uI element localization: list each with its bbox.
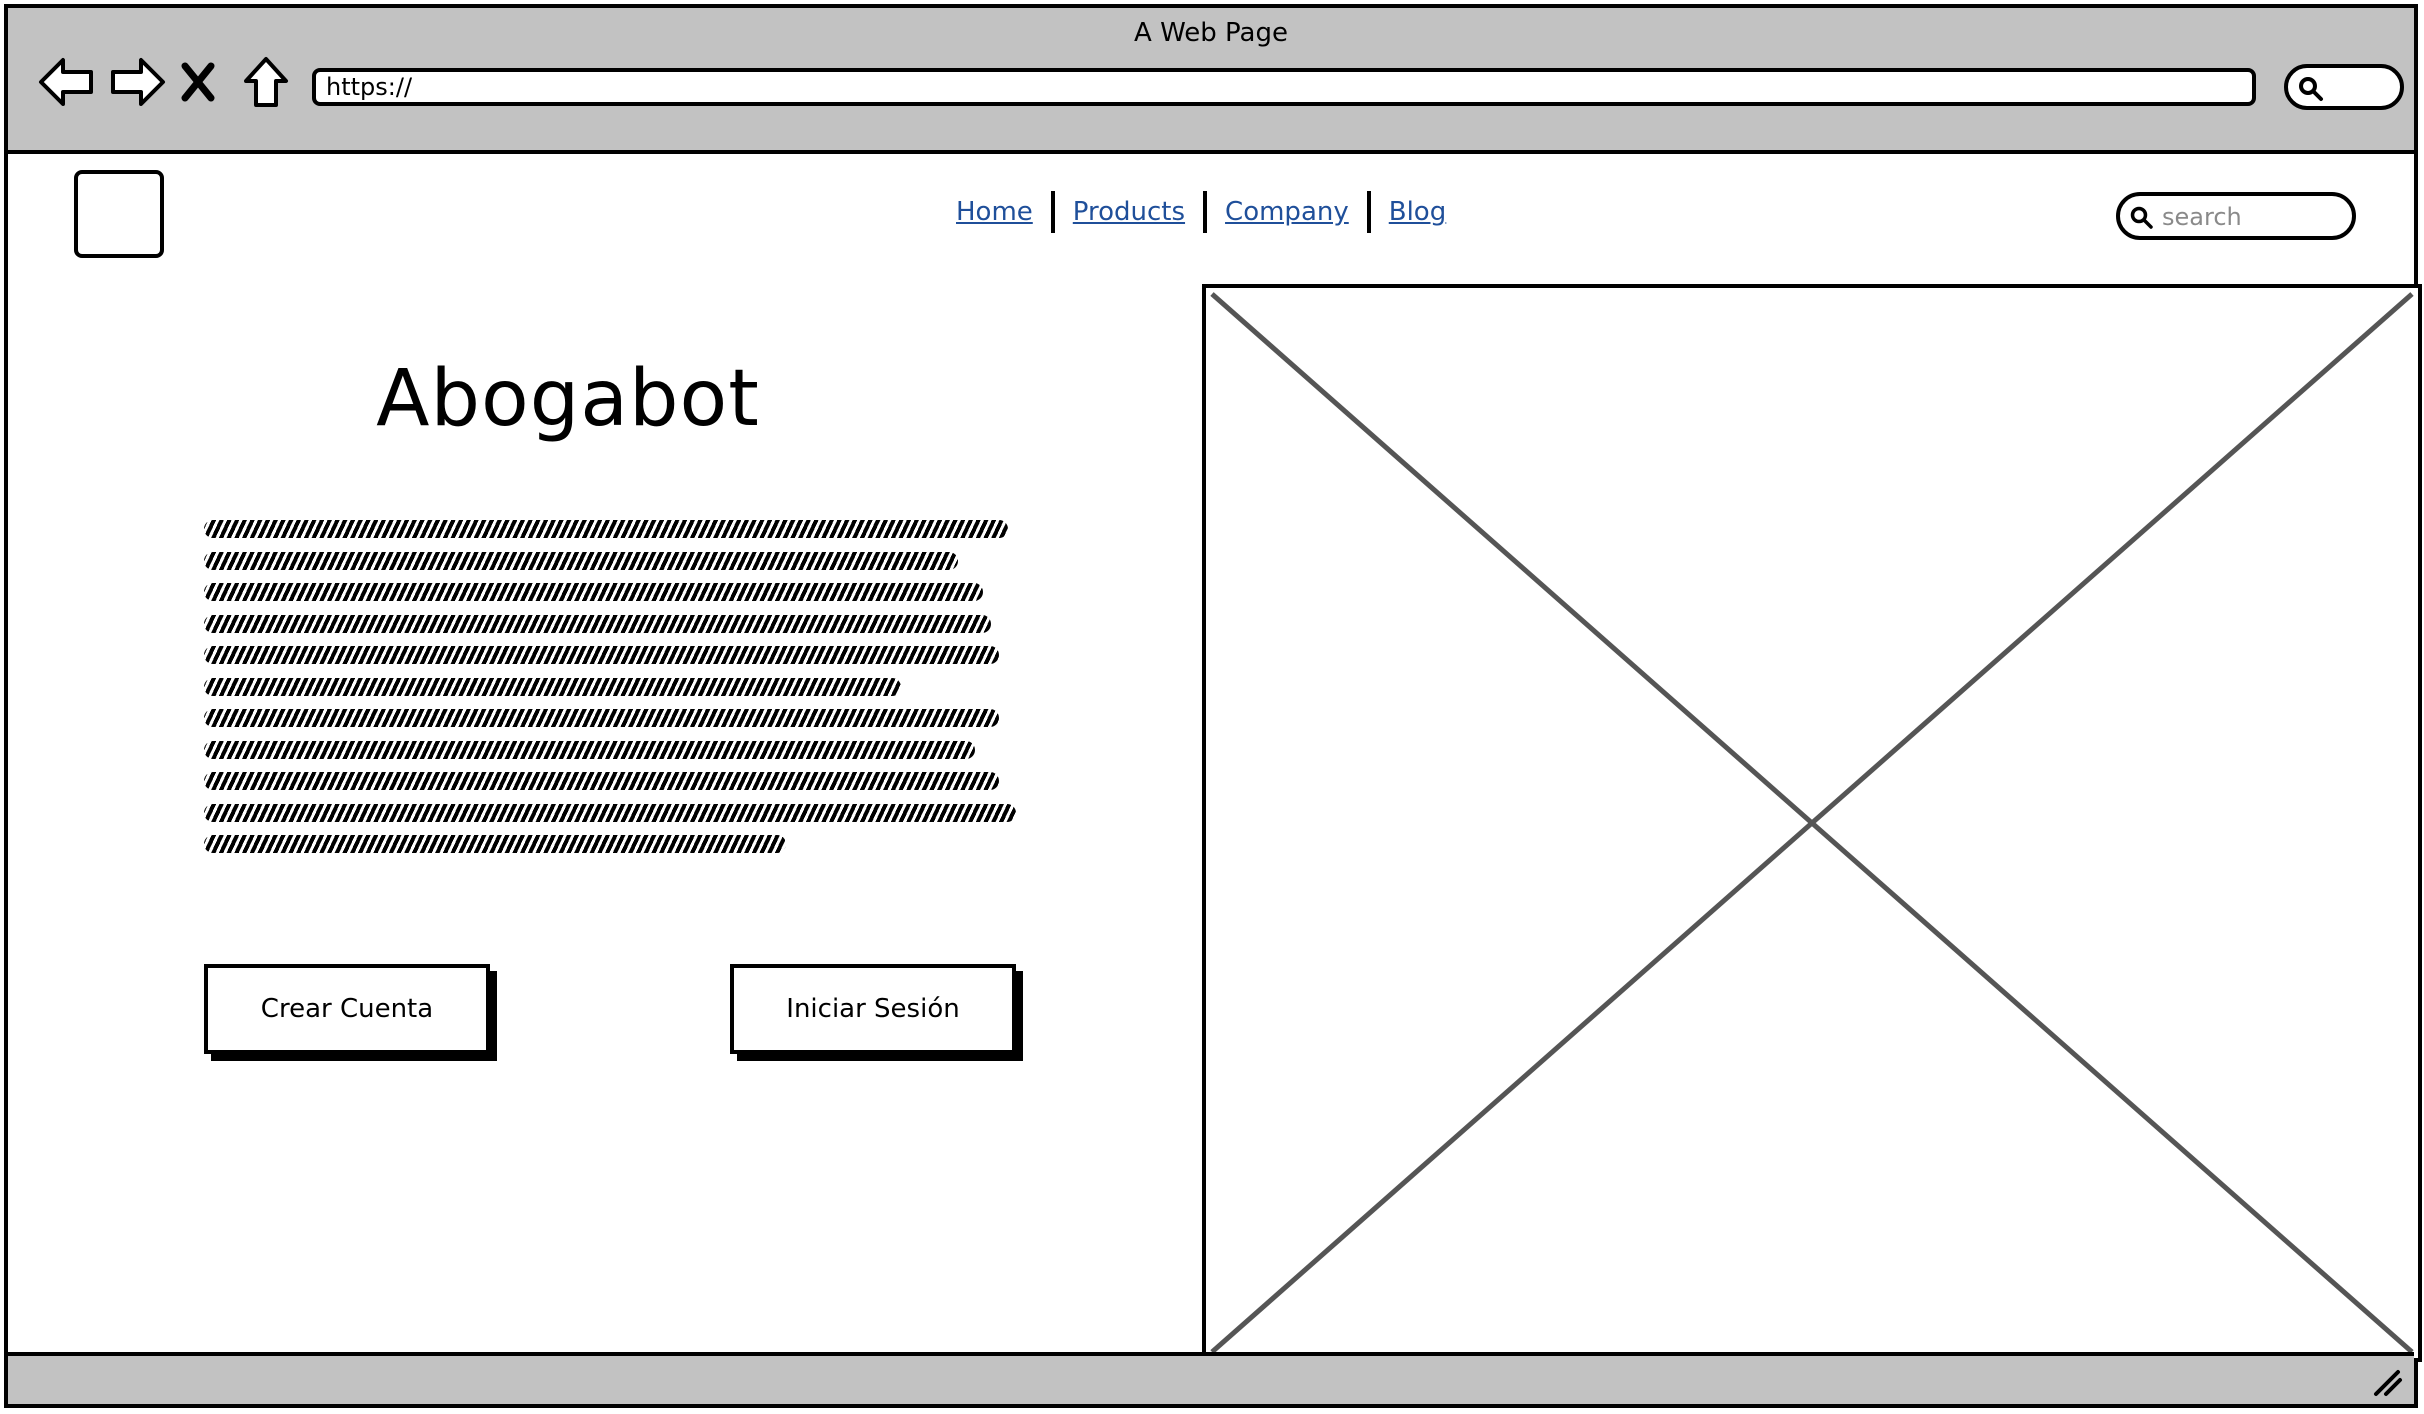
image-placeholder-cross [1210, 292, 2414, 1354]
search-icon [2299, 77, 2323, 101]
browser-status-bar [8, 1352, 2414, 1404]
text-line [204, 520, 1008, 538]
text-line [204, 772, 1000, 790]
text-line [204, 583, 983, 601]
home-button[interactable] [238, 52, 294, 112]
home-icon [244, 57, 288, 107]
text-line [204, 740, 975, 759]
image-placeholder [1202, 284, 2422, 1362]
text-line [204, 646, 1000, 664]
page-content: Home Products Company Blog Abogabot [8, 154, 2422, 1362]
nav-link-company[interactable]: Company [1207, 197, 1367, 227]
site-logo-placeholder[interactable] [74, 170, 164, 258]
text-line [204, 551, 959, 570]
window-title: A Web Page [1134, 18, 1288, 48]
text-line [204, 677, 901, 696]
text-line [204, 709, 1000, 727]
login-button[interactable]: Iniciar Sesión [730, 964, 1016, 1054]
nav-link-products[interactable]: Products [1055, 197, 1203, 227]
browser-chrome: A Web Page https:// [8, 8, 2414, 154]
site-nav: Home Products Company Blog [938, 190, 1464, 234]
hero-title: Abogabot [376, 354, 760, 444]
browser-window: A Web Page https:// Home Products Compan… [4, 4, 2422, 1408]
search-icon [2130, 206, 2153, 229]
stop-x-icon [181, 62, 215, 102]
text-line [204, 835, 787, 853]
site-search-input[interactable] [2160, 200, 2344, 234]
text-line [204, 803, 1016, 822]
create-account-button[interactable]: Crear Cuenta [204, 964, 490, 1054]
back-arrow-icon [39, 58, 93, 106]
back-button[interactable] [36, 52, 96, 112]
url-bar[interactable]: https:// [312, 68, 2256, 106]
nav-link-blog[interactable]: Blog [1371, 197, 1464, 227]
browser-search-button[interactable] [2284, 64, 2404, 110]
site-search [2116, 192, 2356, 240]
forward-button[interactable] [108, 52, 168, 112]
resize-grip-icon[interactable] [2372, 1368, 2404, 1398]
forward-arrow-icon [111, 58, 165, 106]
stop-button[interactable] [180, 52, 216, 112]
placeholder-text-block [204, 520, 1024, 867]
nav-link-home[interactable]: Home [938, 197, 1051, 227]
text-line [204, 614, 992, 633]
